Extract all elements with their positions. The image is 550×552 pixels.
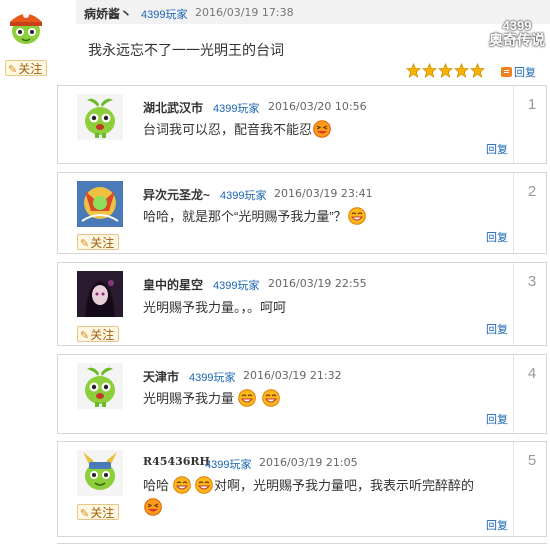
- green-bean-sprout-avatar[interactable]: [77, 94, 123, 140]
- dark-anime-avatar[interactable]: [77, 271, 123, 317]
- reply-button[interactable]: 回复: [501, 64, 536, 80]
- post-username[interactable]: 病娇酱丶: [84, 5, 132, 22]
- horned-mascot-avatar[interactable]: [77, 450, 123, 496]
- original-post: ✎关注 病娇酱丶 4399玩家 2016/03/19 17:38 4399 奥奇…: [0, 0, 550, 90]
- reply-button[interactable]: 回复: [486, 321, 508, 337]
- pen-icon: ✎: [80, 329, 90, 342]
- reply-username[interactable]: R45436RH: [143, 455, 210, 468]
- user-tag[interactable]: 4399玩家: [213, 100, 259, 116]
- reply-text: 哈哈 对啊，光明赐予我力量吧，我表示听完醉醉的: [143, 475, 483, 519]
- comment-icon: [501, 67, 512, 77]
- grinning-emoji-icon: [262, 389, 280, 407]
- reply-time: 2016/03/19 21:05: [259, 456, 358, 469]
- follow-button[interactable]: ✎关注: [5, 60, 47, 76]
- reply-username[interactable]: 湖北武汉市: [143, 99, 203, 116]
- divider: [513, 263, 514, 345]
- post-time: 2016/03/19 17:38: [195, 6, 294, 19]
- laughing-emoji-icon: [144, 498, 162, 516]
- reply-time: 2016/03/19 21:32: [243, 369, 342, 382]
- reply-button[interactable]: 回复: [486, 517, 508, 533]
- grinning-emoji-icon: [173, 476, 191, 494]
- reply-text: 光明赐予我力量: [143, 388, 281, 407]
- rating-star-icon: [454, 63, 469, 78]
- orange-cap-mascot-avatar[interactable]: [4, 4, 48, 48]
- reply-username[interactable]: 天津市: [143, 368, 179, 385]
- follow-button[interactable]: ✎关注: [77, 504, 119, 520]
- rating-star-icon: [406, 63, 421, 78]
- user-tag[interactable]: 4399玩家: [213, 277, 259, 293]
- floor-number: 4: [527, 365, 537, 382]
- reply-time: 2016/03/19 22:55: [268, 277, 367, 290]
- reply-username[interactable]: 皇中的星空: [143, 276, 203, 293]
- game-character-avatar[interactable]: [77, 181, 123, 227]
- follow-label: 关注: [90, 328, 115, 342]
- floor-number: 5: [527, 452, 537, 469]
- follow-button[interactable]: ✎关注: [77, 326, 119, 342]
- pen-icon: ✎: [80, 237, 90, 250]
- user-tag[interactable]: 4399玩家: [220, 187, 266, 203]
- reply-card: ✎关注 皇中的星空 4399玩家 2016/03/19 22:55 光明赐予我力…: [57, 262, 547, 346]
- floor-number: 2: [527, 183, 537, 200]
- follow-button[interactable]: ✎关注: [77, 234, 119, 250]
- reply-username[interactable]: 异次元圣龙~: [143, 186, 210, 203]
- rating-star-icon: [470, 63, 485, 78]
- follow-label: 关注: [90, 506, 115, 520]
- grinning-emoji-icon: [195, 476, 213, 494]
- pen-icon: ✎: [80, 507, 90, 520]
- green-bean-sprout-avatar[interactable]: [77, 363, 123, 409]
- reply-label: 回复: [514, 67, 536, 79]
- reply-card: 湖北武汉市 4399玩家 2016/03/20 10:56 台词我可以忍，配音我…: [57, 85, 547, 164]
- user-tag[interactable]: 4399玩家: [141, 6, 187, 22]
- follow-label: 关注: [90, 236, 115, 250]
- reply-button[interactable]: 回复: [486, 141, 508, 157]
- rating-star-icon: [422, 63, 437, 78]
- grinning-emoji-icon: [348, 207, 366, 225]
- pen-icon: ✎: [8, 63, 18, 76]
- user-tag[interactable]: 4399玩家: [189, 369, 235, 385]
- site-watermark: 4399 奥奇传说: [489, 18, 545, 48]
- floor-number: 1: [527, 96, 537, 113]
- divider: [513, 442, 514, 536]
- floor-number: 3: [527, 273, 537, 290]
- reply-text: 光明赐予我力量。，。呵呵: [143, 300, 287, 315]
- reply-time: 2016/03/20 10:56: [268, 100, 367, 113]
- reply-card: ✎关注 R45436RH 4399玩家 2016/03/19 21:05 哈哈对…: [57, 441, 547, 537]
- reply-card: ✎关注 异次元圣龙~ 4399玩家 2016/03/19 23:41 哈哈，就是…: [57, 172, 547, 254]
- reply-time: 2016/03/19 23:41: [274, 187, 373, 200]
- post-header: 病娇酱丶 4399玩家 2016/03/19 17:38: [76, 0, 550, 24]
- rating-stars: [406, 63, 486, 83]
- follow-label: 关注: [18, 62, 43, 76]
- divider: [513, 173, 514, 253]
- laughing-emoji-icon: [313, 120, 331, 138]
- divider: [513, 355, 514, 433]
- reply-button[interactable]: 回复: [486, 229, 508, 245]
- user-tag[interactable]: 4399玩家: [205, 456, 251, 472]
- divider: [513, 86, 514, 163]
- grinning-emoji-icon: [238, 389, 256, 407]
- reply-card: 天津市 4399玩家 2016/03/19 21:32 光明赐予我力量 回复 4: [57, 354, 547, 434]
- reply-text: 哈哈，就是那个“光明赐予我力量”？: [143, 206, 367, 225]
- reply-button[interactable]: 回复: [486, 411, 508, 427]
- post-text: 我永远忘不了一一光明王的台词: [88, 42, 284, 58]
- reply-text: 台词我可以忍，配音我不能忍: [143, 119, 332, 138]
- rating-star-icon: [438, 63, 453, 78]
